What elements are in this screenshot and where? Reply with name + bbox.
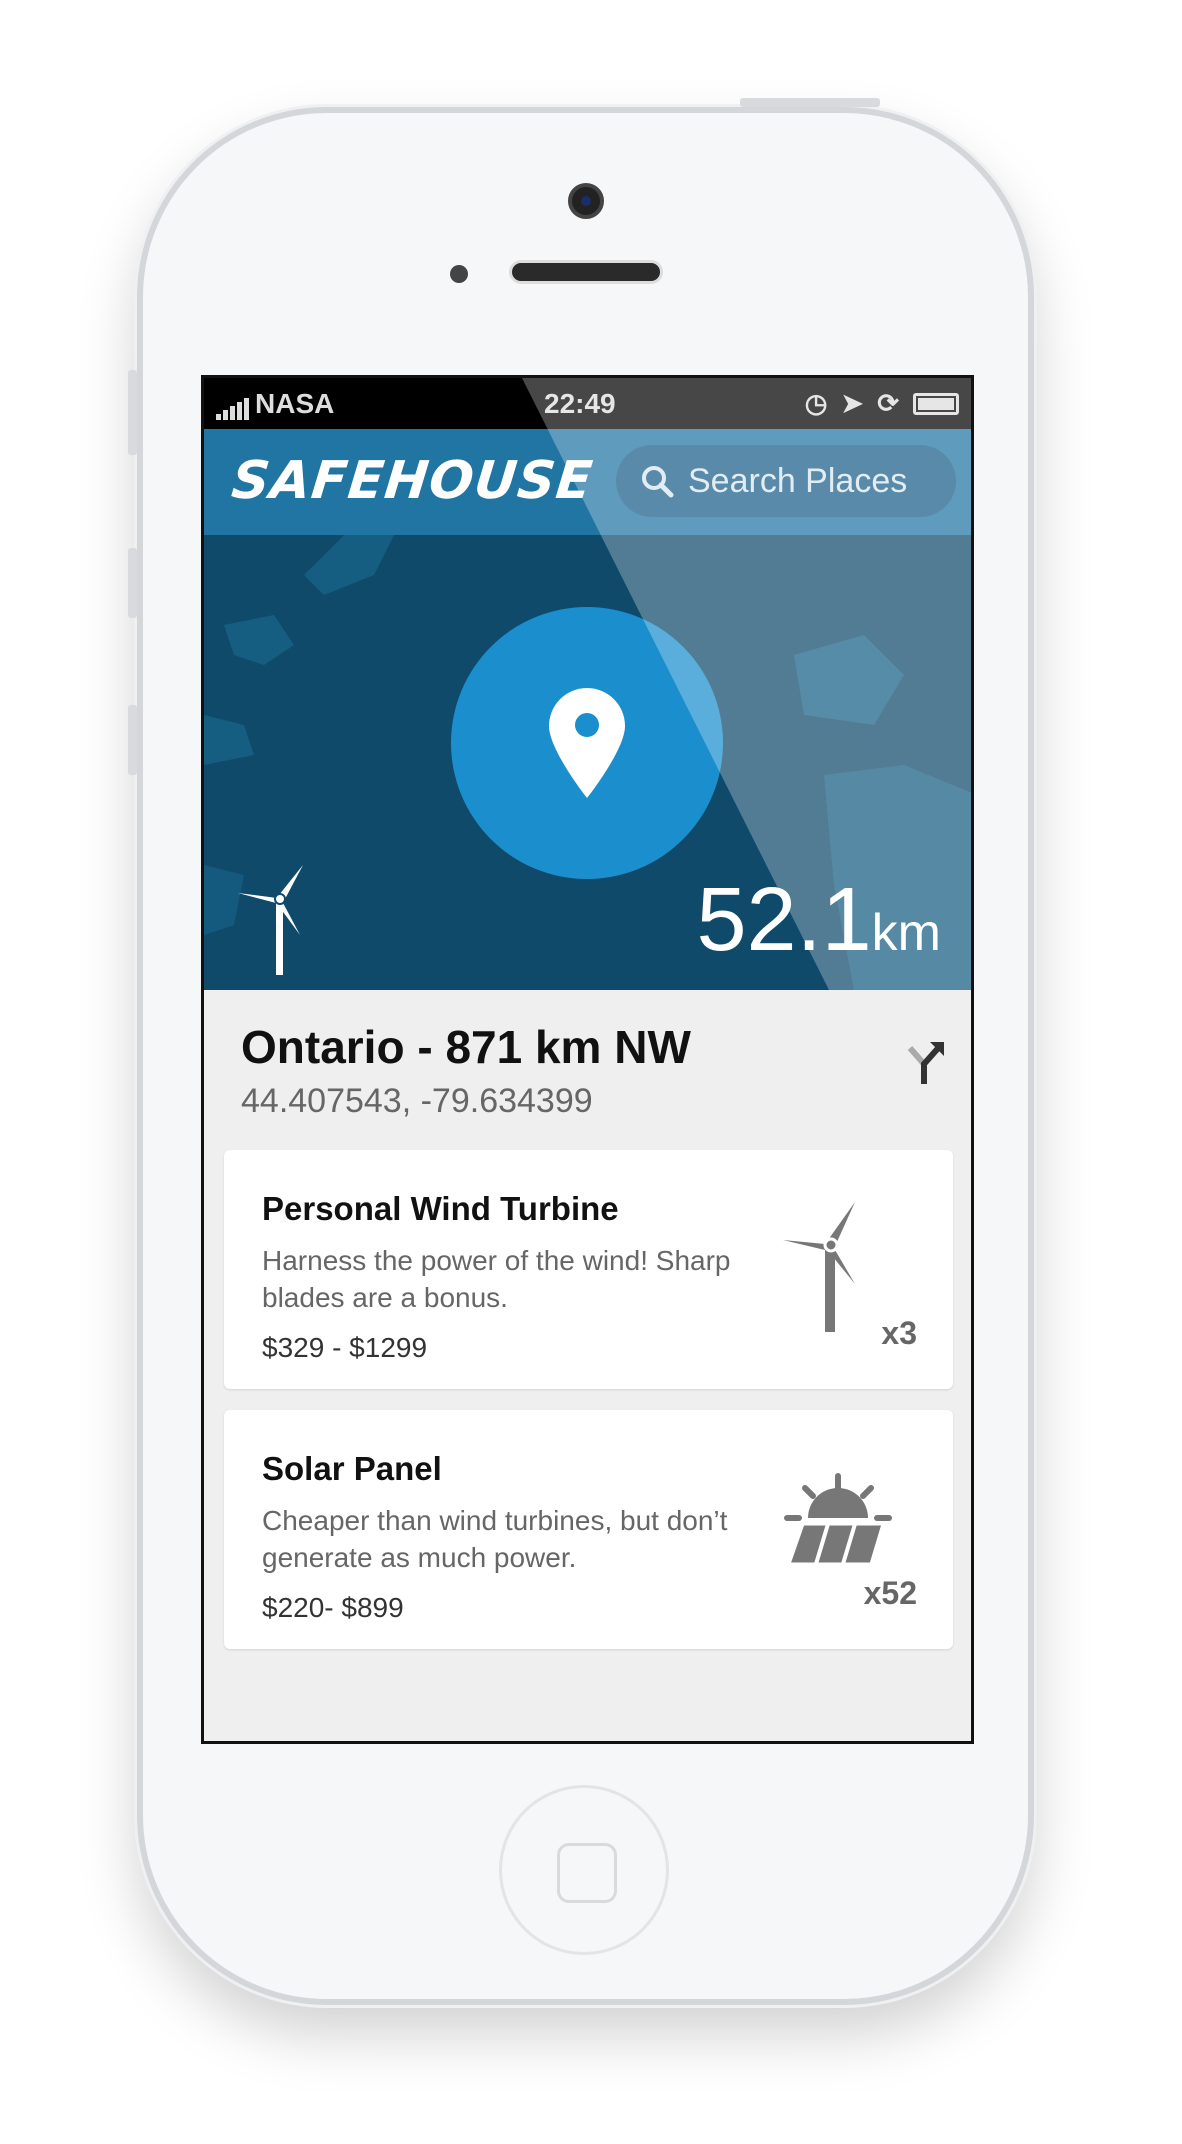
item-card[interactable]: Solar Panel Cheaper than wind turbines, … <box>224 1410 953 1649</box>
map-view[interactable]: 52.1km <box>204 535 971 990</box>
power-button <box>740 98 880 107</box>
app-logo: SAFEHOUSE <box>228 451 596 511</box>
distance-readout: 52.1km <box>697 869 942 972</box>
app-header: SAFEHOUSE Search Places <box>204 429 971 535</box>
home-button[interactable] <box>499 1785 669 1955</box>
item-quantity: x52 <box>863 1575 917 1611</box>
location-title: Ontario - 871 km NW <box>241 1021 691 1073</box>
wind-turbine-icon <box>783 1202 855 1332</box>
volume-down-button <box>128 705 137 775</box>
map-pin-icon <box>549 688 625 798</box>
search-icon <box>642 466 674 498</box>
solar-panel-icon <box>784 1473 892 1566</box>
search-placeholder: Search Places <box>688 461 908 500</box>
battery-icon <box>913 392 959 415</box>
earpiece-speaker <box>509 260 663 284</box>
mute-switch <box>128 370 137 455</box>
volume-up-button <box>128 548 137 618</box>
status-time: 22:49 <box>544 388 616 419</box>
carrier: NASA <box>216 388 334 420</box>
signal-icon <box>216 398 249 420</box>
location-coordinates: 44.407543, -79.634399 <box>241 1082 593 1120</box>
front-camera <box>568 183 604 219</box>
item-price: $220- $899 <box>262 1592 404 1623</box>
item-quantity: x3 <box>881 1315 917 1351</box>
status-icons: ◷ ➤ ⟳ <box>805 388 959 419</box>
item-title: Solar Panel <box>262 1450 442 1487</box>
item-title: Personal Wind Turbine <box>262 1190 619 1227</box>
location-pin-button[interactable] <box>451 607 723 879</box>
distance-value: 52.1 <box>696 870 872 970</box>
item-description: Cheaper than wind turbines, but don’t ge… <box>262 1505 728 1573</box>
item-card[interactable]: Personal Wind Turbine Harness the power … <box>224 1150 953 1389</box>
rotation-lock-icon: ⟳ <box>877 388 899 418</box>
location-arrow-icon: ➤ <box>841 388 864 418</box>
alarm-icon: ◷ <box>804 388 828 418</box>
home-square-icon <box>557 1843 617 1903</box>
status-bar: NASA 22:49 ◷ ➤ ⟳ <box>204 378 971 429</box>
item-price: $329 - $1299 <box>262 1332 428 1363</box>
search-input[interactable]: Search Places <box>616 445 956 517</box>
proximity-sensor <box>450 265 468 283</box>
distance-unit: km <box>871 904 941 962</box>
app-screen: NASA 22:49 ◷ ➤ ⟳ SAFEHOUSE Search Places <box>201 375 974 1744</box>
wind-turbine-icon <box>238 865 303 975</box>
location-info: Ontario - 871 km NW 44.407543, -79.63439… <box>204 990 971 1150</box>
item-description: Harness the power of the wind! Sharp bla… <box>262 1245 731 1313</box>
carrier-name: NASA <box>255 388 335 419</box>
directions-icon[interactable] <box>906 1040 946 1084</box>
